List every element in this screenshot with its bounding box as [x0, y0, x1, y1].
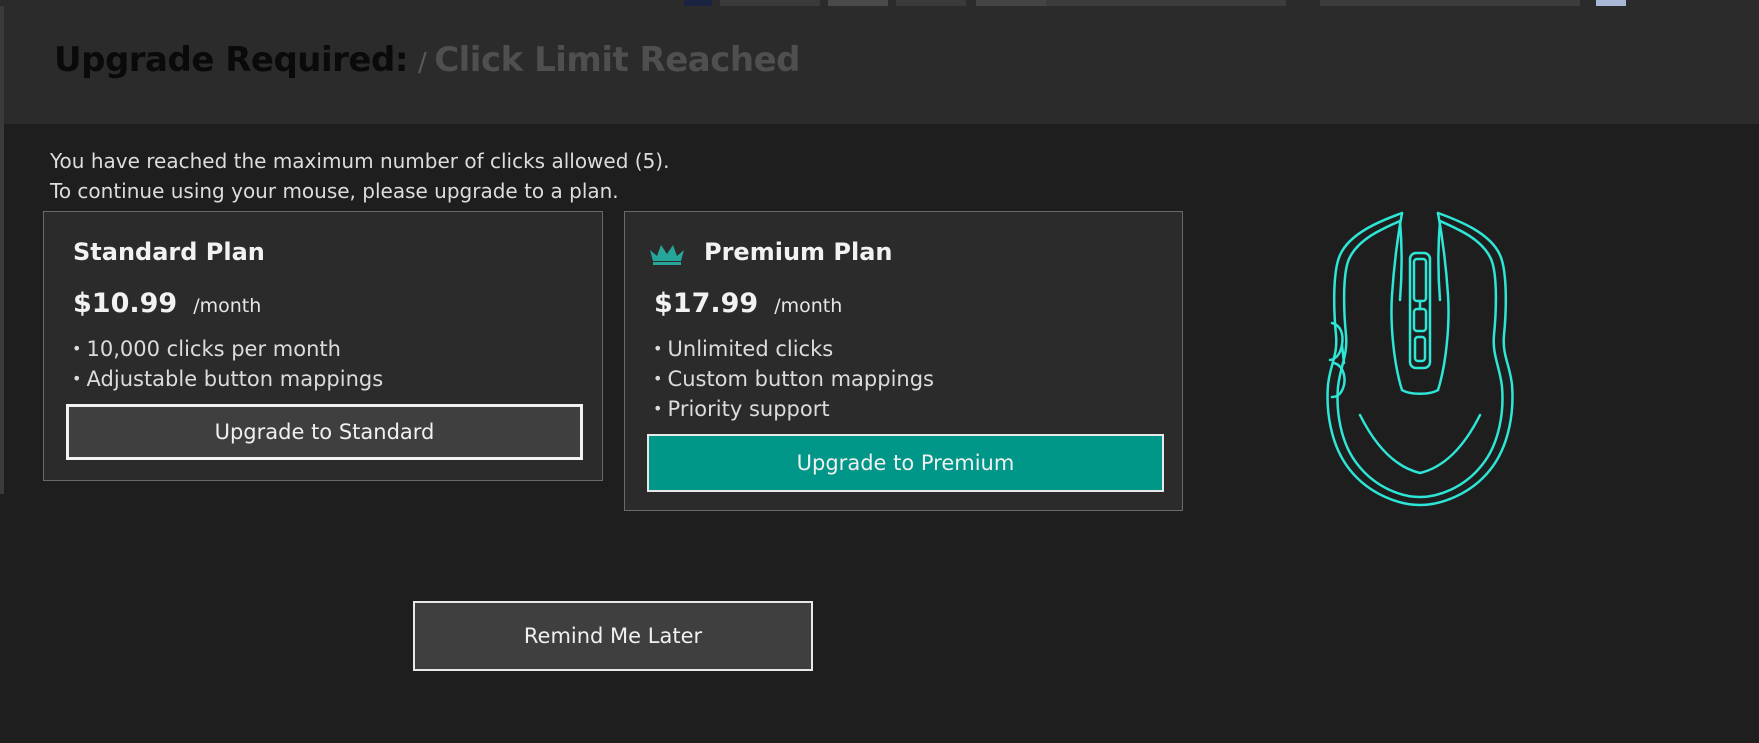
feature-item: 10,000 clicks per month	[72, 334, 383, 364]
plan-period: /month	[193, 295, 262, 317]
upgrade-premium-button[interactable]: Upgrade to Premium	[647, 434, 1164, 492]
title-primary: Upgrade Required:	[54, 40, 408, 80]
plan-price: $10.99	[73, 288, 178, 319]
price-row: $10.99/month	[73, 288, 261, 319]
remind-me-later-button[interactable]: Remind Me Later	[413, 601, 813, 671]
mouse-icon	[1326, 211, 1514, 507]
plan-period: /month	[774, 295, 843, 317]
feature-list: 10,000 clicks per month Adjustable butto…	[72, 334, 384, 394]
upgrade-dialog: Upgrade Required: / Click Limit Reached Yo…	[0, 0, 1759, 743]
feature-list: Unlimited clicks Custom button mappings …	[653, 334, 934, 424]
limit-message: You have reached the maximum number of c…	[50, 146, 669, 206]
title-secondary: Click Limit Reached	[434, 40, 800, 80]
dialog-header: Upgrade Required: / Click Limit Reached	[4, 6, 1759, 124]
upgrade-standard-button[interactable]: Upgrade to Standard	[66, 404, 583, 460]
standard-plan-card: Standard Plan $10.99/month 10,000 clicks…	[43, 211, 603, 481]
plan-price: $17.99	[654, 288, 759, 319]
premium-plan-card: Premium Plan $17.99/month Unlimited clic…	[624, 211, 1183, 511]
feature-item: Adjustable button mappings	[72, 364, 384, 394]
message-line: You have reached the maximum number of c…	[50, 149, 670, 173]
crown-icon	[650, 245, 684, 265]
price-row: $17.99/month	[654, 288, 842, 319]
feature-item: Custom button mappings	[653, 364, 934, 394]
plan-name: Premium Plan	[704, 238, 893, 266]
title-separator: /	[417, 48, 427, 78]
plan-name: Standard Plan	[73, 238, 265, 266]
feature-item: Unlimited clicks	[653, 334, 934, 364]
feature-item: Priority support	[653, 394, 934, 424]
page-title: Upgrade Required: / Click Limit Reached	[54, 40, 800, 80]
message-line: To continue using your mouse, please upg…	[50, 179, 619, 203]
